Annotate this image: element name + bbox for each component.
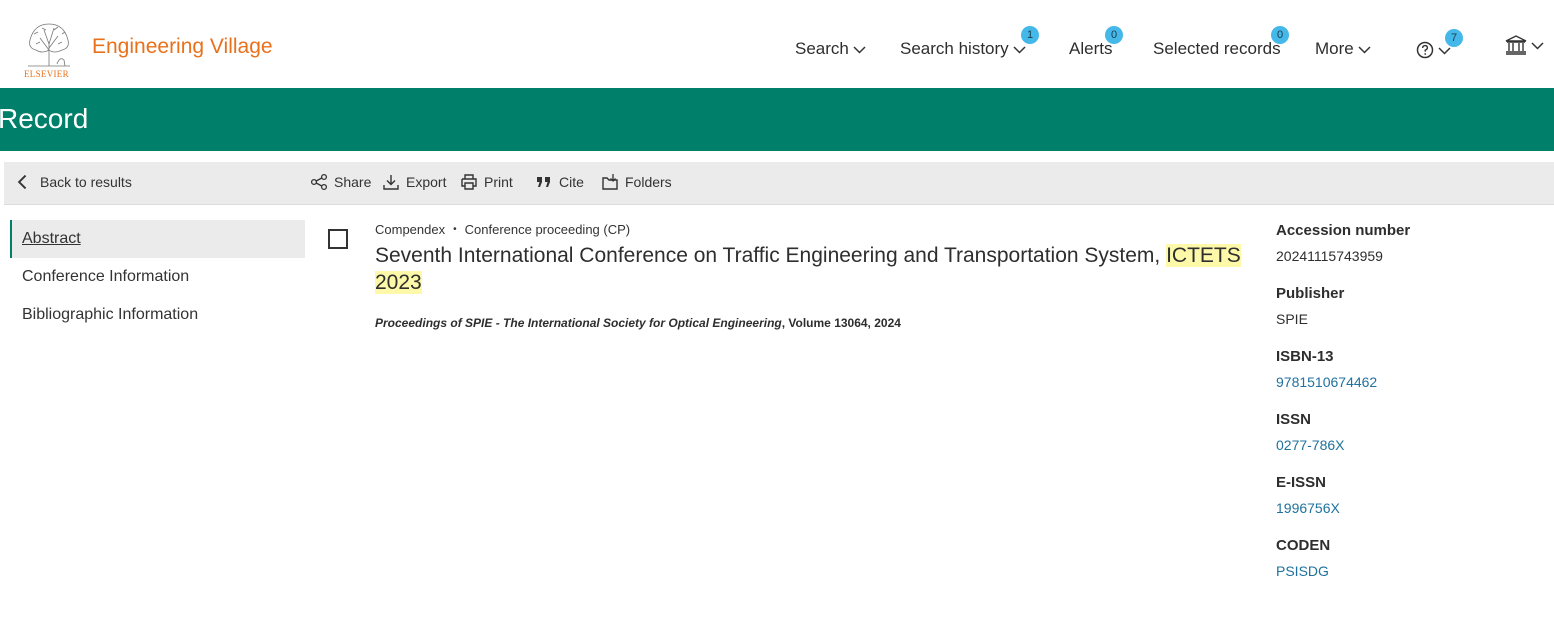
quote-icon — [537, 177, 550, 187]
chevron-down-icon — [853, 45, 866, 54]
database-name: Compendex — [375, 222, 446, 237]
nav-selected-records-label: Selected records — [1153, 39, 1281, 58]
highlighted-term: ICTETS — [1166, 244, 1241, 267]
record-section-nav: Abstract Conference Information Bibliogr… — [10, 220, 305, 334]
share-icon — [310, 173, 328, 191]
nav-selected-records[interactable]: Selected records — [1153, 39, 1281, 59]
isbn-link[interactable]: 9781510674462 — [1276, 374, 1546, 393]
isbn-label: ISBN-13 — [1276, 348, 1334, 365]
nav-search-label: Search — [795, 39, 849, 58]
separator-dot: • — [453, 224, 457, 235]
record-meta: Compendex • Conference proceeding (CP) — [375, 222, 630, 237]
nav-more[interactable]: More — [1315, 39, 1371, 59]
nav-help[interactable] — [1416, 41, 1451, 59]
tree-logo-icon — [24, 20, 74, 68]
source-journal[interactable]: Proceedings of SPIE - The International … — [375, 316, 782, 330]
highlighted-term: 2023 — [375, 271, 422, 294]
section-nav-bibliographic-information[interactable]: Bibliographic Information — [10, 296, 305, 334]
chevron-down-icon — [1013, 45, 1026, 54]
print-label: Print — [484, 174, 513, 190]
back-to-results-link[interactable]: Back to results — [14, 173, 132, 191]
alerts-badge: 0 — [1105, 26, 1123, 44]
coden-link[interactable]: PSISDG — [1276, 563, 1546, 582]
top-header: ELSEVIER Engineering Village Search Sear… — [0, 0, 1554, 88]
nav-search-history-label: Search history — [900, 39, 1009, 58]
page-title: Record — [0, 103, 89, 134]
issn-link[interactable]: 0277-786X — [1276, 437, 1546, 456]
cite-button[interactable]: Cite — [535, 173, 584, 191]
issn-label: ISSN — [1276, 411, 1312, 428]
nav-more-label: More — [1315, 39, 1354, 58]
institution-icon — [1505, 35, 1527, 55]
document-type: Conference proceeding (CP) — [464, 222, 631, 237]
help-icon — [1416, 41, 1434, 59]
folder-add-icon — [602, 174, 618, 190]
chevron-down-icon — [1531, 41, 1544, 50]
eissn-link[interactable]: 1996756X — [1276, 500, 1546, 519]
export-label: Export — [406, 174, 447, 190]
share-button[interactable]: Share — [310, 173, 371, 191]
export-button[interactable]: Export — [382, 173, 446, 191]
help-badge: 7 — [1445, 29, 1463, 47]
accession-number-value: 20241115743959 — [1276, 248, 1383, 264]
folders-button[interactable]: Folders — [601, 173, 672, 191]
folders-label: Folders — [625, 174, 672, 190]
section-nav-conference-information[interactable]: Conference Information — [10, 258, 305, 296]
print-button[interactable]: Print — [460, 173, 513, 191]
chevron-left-icon — [17, 174, 27, 190]
record-details-panel: Accession number 20241115743959 Publishe… — [1276, 222, 1546, 600]
source-volume-year: , Volume 13064, 2024 — [781, 316, 901, 330]
cite-label: Cite — [559, 174, 584, 190]
nav-alerts[interactable]: Alerts — [1069, 39, 1112, 59]
select-record-checkbox[interactable] — [328, 229, 348, 249]
accession-number-label: Accession number — [1276, 222, 1411, 239]
chevron-down-icon — [1358, 45, 1371, 54]
section-nav-abstract[interactable]: Abstract — [10, 220, 305, 258]
nav-search-history[interactable]: Search history — [900, 39, 1026, 59]
record-source: Proceedings of SPIE - The International … — [375, 316, 901, 330]
nav-alerts-label: Alerts — [1069, 39, 1113, 58]
download-icon — [383, 175, 399, 190]
nav-institution[interactable] — [1505, 35, 1544, 55]
nav-search[interactable]: Search — [795, 39, 866, 59]
page-banner: Record — [0, 88, 1554, 151]
publisher-value: SPIE — [1276, 311, 1308, 327]
share-label: Share — [334, 174, 372, 190]
search-history-badge: 1 — [1021, 26, 1039, 44]
coden-label: CODEN — [1276, 537, 1331, 554]
brand-name[interactable]: Engineering Village — [92, 35, 273, 59]
publisher-label: Publisher — [1276, 285, 1345, 302]
back-to-results-label: Back to results — [40, 174, 132, 190]
printer-icon — [461, 174, 477, 190]
record-toolbar: Back to results Share Export Print Cite — [4, 162, 1554, 205]
selected-records-badge: 0 — [1271, 26, 1289, 44]
elsevier-logo[interactable]: ELSEVIER — [22, 20, 76, 80]
record-title: Seventh International Conference on Traf… — [375, 242, 1245, 296]
eissn-label: E-ISSN — [1276, 474, 1327, 491]
elsevier-wordmark: ELSEVIER — [24, 69, 69, 79]
record-title-text: Seventh International Conference on Traf… — [375, 244, 1167, 267]
